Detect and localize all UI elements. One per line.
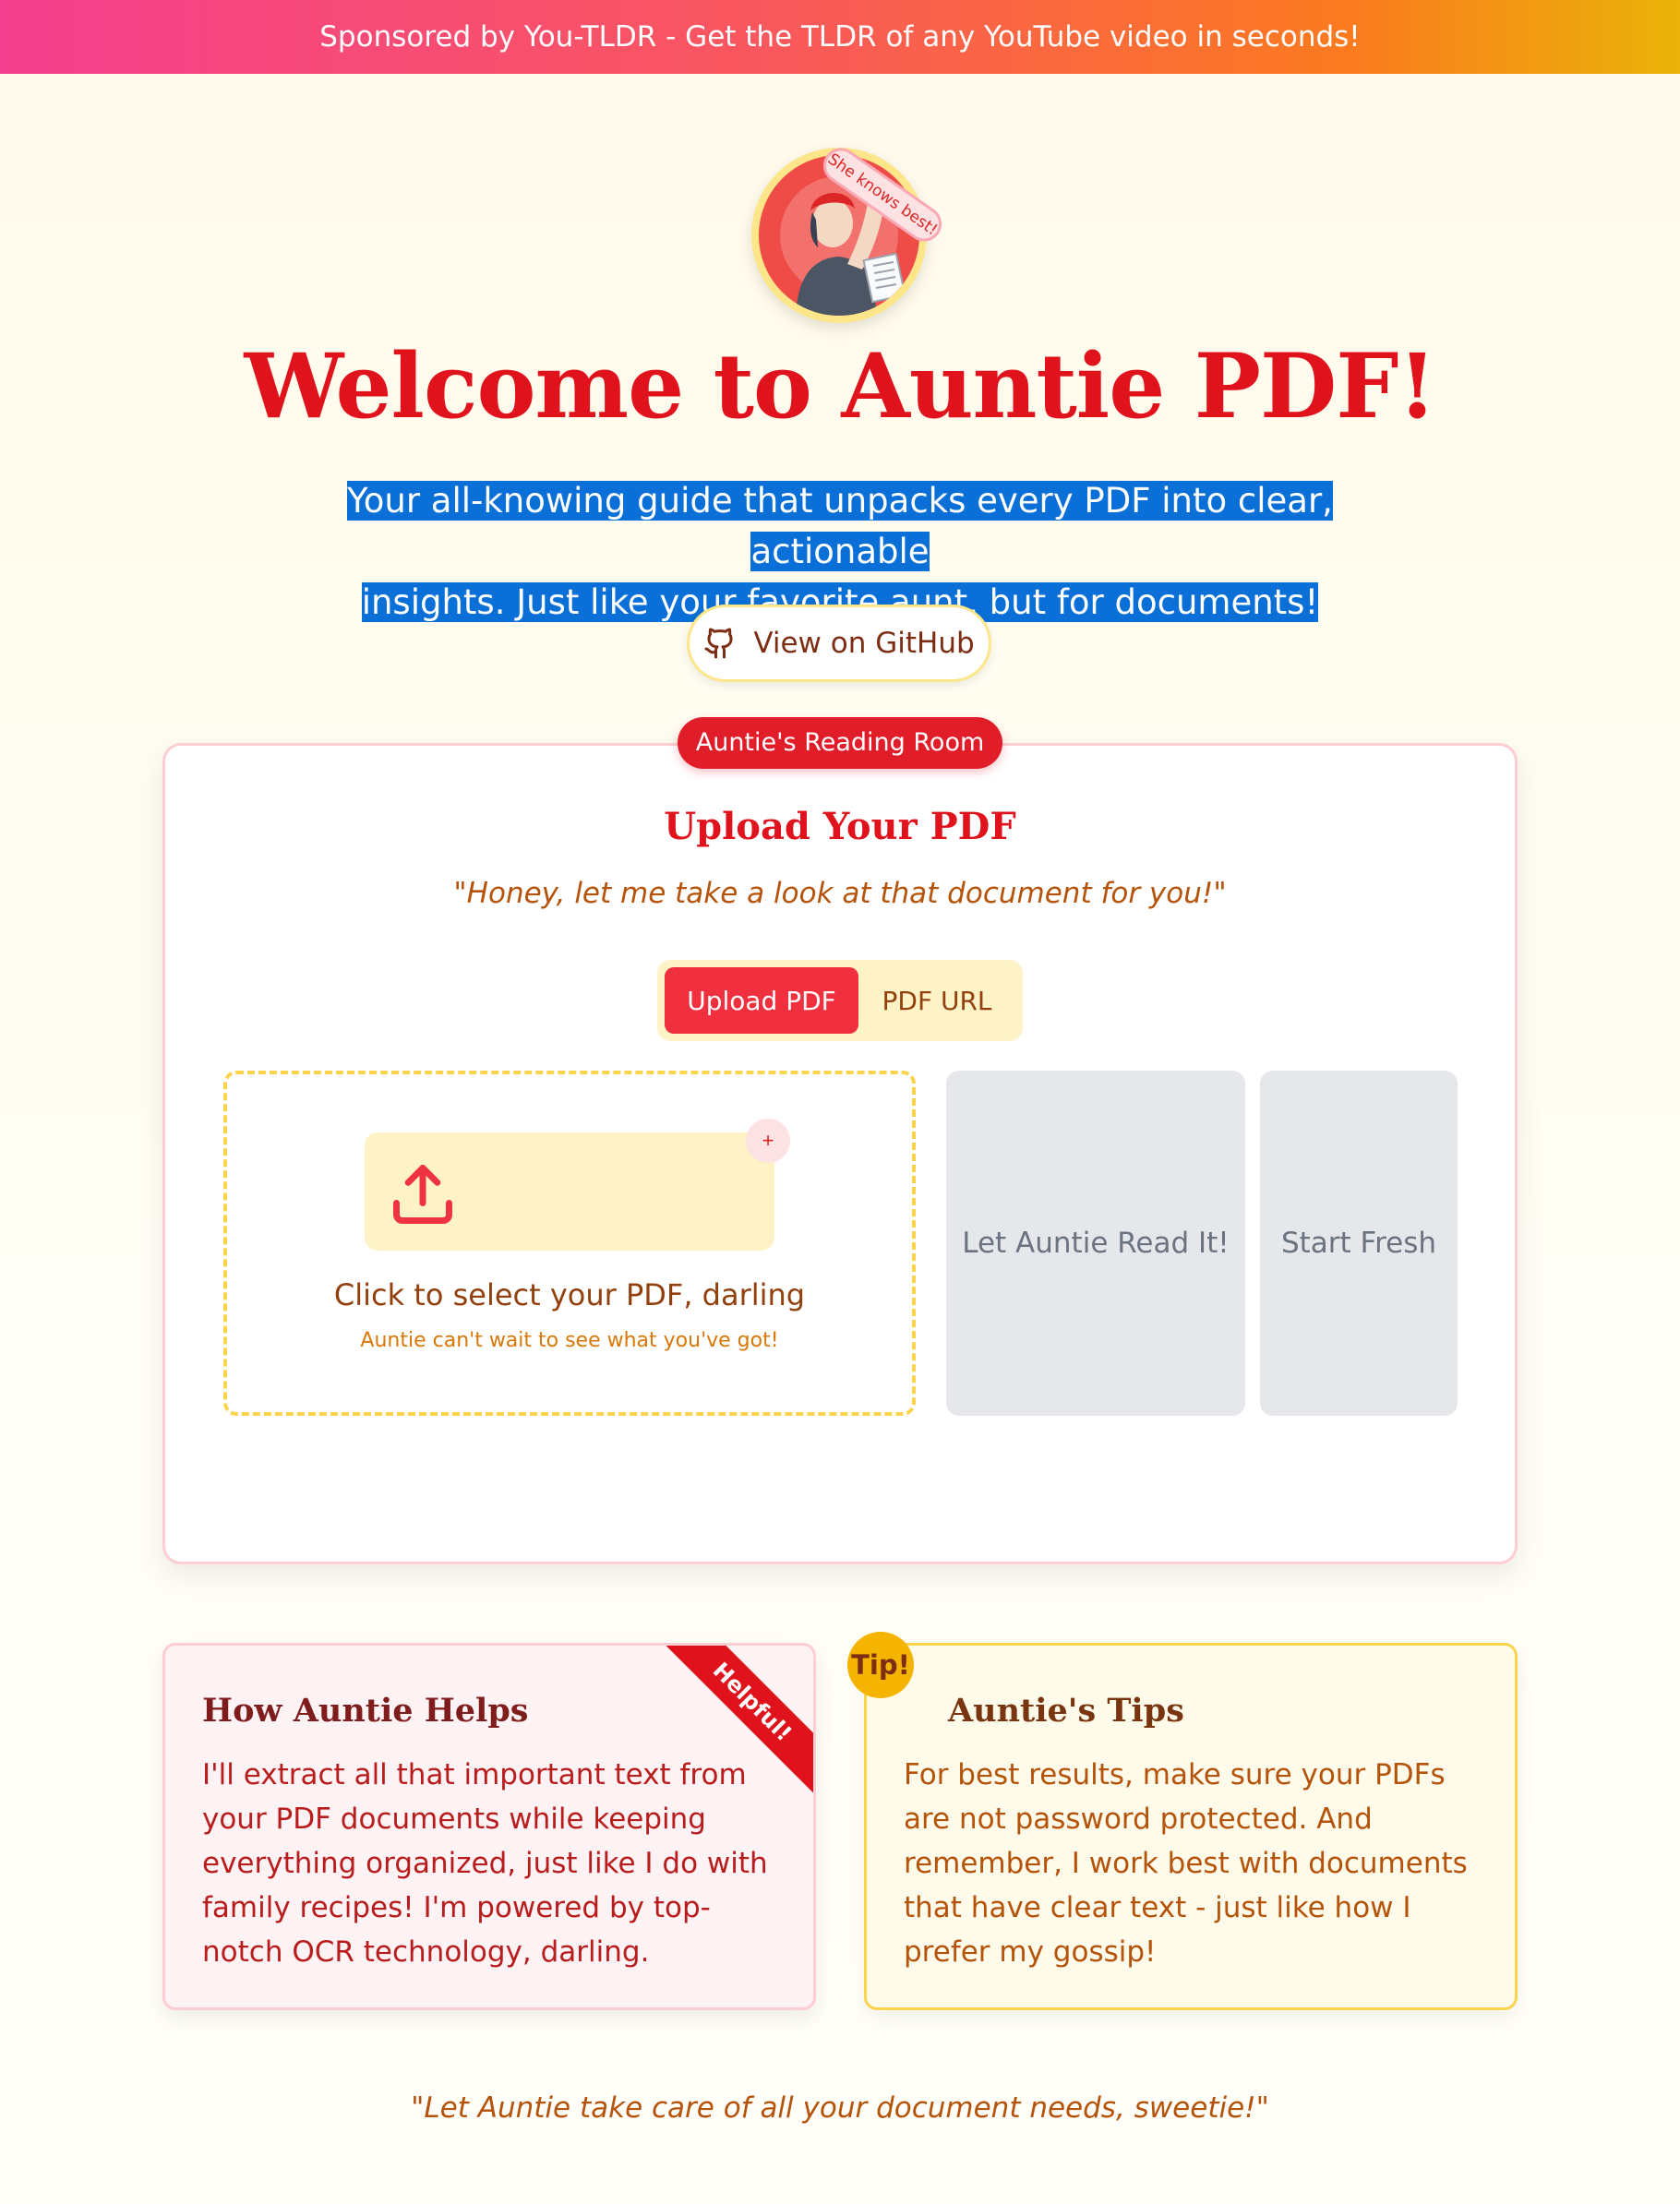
let-auntie-read-button[interactable]: Let Auntie Read It! [946,1071,1245,1416]
plus-badge: + [746,1119,790,1163]
page-title: Welcome to Auntie PDF! [244,334,1436,438]
tab-upload-pdf[interactable]: Upload PDF [665,967,858,1034]
dropzone-main-text: Click to select your PDF, darling [333,1277,806,1312]
avatar-container: She knows best! [751,140,949,323]
sponsor-link[interactable]: Sponsored by You-TLDR - Get the TLDR of … [319,20,1361,54]
aunties-tips-title: Auntie's Tips [948,1692,1184,1730]
upload-quote: "Honey, let me take a look at that docum… [453,877,1227,910]
upload-mode-tabs: Upload PDF PDF URL [657,960,1023,1041]
start-fresh-button[interactable]: Start Fresh [1260,1071,1458,1416]
footer-quote: "Let Auntie take care of all your docume… [411,2091,1269,2125]
view-on-github-button[interactable]: View on GitHub [687,605,991,682]
dropzone-sub-text: Auntie can't wait to see what you've got… [360,1329,779,1352]
sponsor-banner[interactable]: Sponsored by You-TLDR - Get the TLDR of … [0,0,1680,74]
upload-icon [393,1165,452,1224]
tip-badge: Tip! [847,1632,914,1698]
tab-pdf-url[interactable]: PDF URL [858,967,1015,1034]
reading-room-tag: Auntie's Reading Room [678,717,1002,769]
aunties-tips-card: Auntie's Tips For best results, make sur… [864,1643,1518,2010]
github-icon [704,628,733,659]
how-auntie-helps-card: Helpful! How Auntie Helps I'll extract a… [162,1643,816,2010]
how-auntie-helps-text: I'll extract all that important text fro… [202,1758,768,1969]
aunties-tips-text: For best results, make sure your PDFs ar… [904,1758,1468,1969]
how-auntie-helps-title: How Auntie Helps [202,1692,529,1730]
subtitle-line-1: Your all-knowing guide that unpacks ever… [347,481,1333,571]
github-label: View on GitHub [753,627,975,660]
upload-title: Upload Your PDF [664,805,1016,848]
